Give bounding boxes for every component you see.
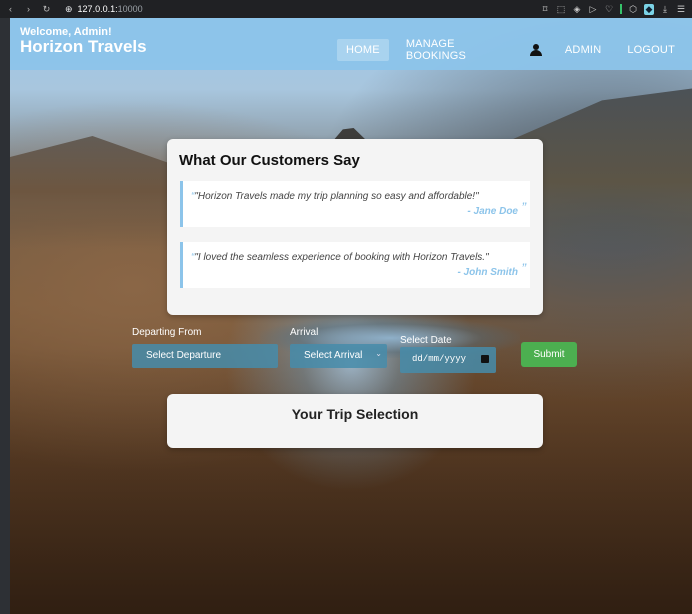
browser-toolbar: ‹ › ↻ ⊕ 127.0.0.1:10000 ⌑ ⬚ ◈ ▷ ♡ ⬡ ◆ ⤓ …	[0, 0, 692, 18]
site-header: Welcome, Admin! Horizon Travels HOME MAN…	[10, 18, 692, 70]
chevron-down-icon: ⌄	[375, 349, 382, 358]
url-port: 10000	[117, 4, 143, 14]
departure-select-value: Select Departure	[146, 350, 222, 361]
back-icon[interactable]: ‹	[6, 4, 15, 15]
nav-manage-bookings[interactable]: MANAGE BOOKINGS	[397, 33, 510, 67]
nav-admin[interactable]: ADMIN	[556, 39, 610, 61]
extensions-icon[interactable]: ⬡	[628, 4, 638, 15]
testimonial-author: - Jane Doe	[467, 206, 518, 217]
arrival-select-value: Select Arrival	[304, 350, 363, 361]
calendar-icon[interactable]	[481, 355, 489, 363]
quote-close-icon: ”	[521, 260, 526, 276]
user-icon[interactable]	[529, 44, 542, 56]
brand-title[interactable]: Horizon Travels	[20, 38, 147, 56]
screenshot-icon[interactable]: ⬚	[556, 4, 566, 15]
date-placeholder: dd/mm/yyyy	[412, 354, 467, 364]
trip-selection-card: Your Trip Selection	[167, 394, 543, 448]
testimonials-card: What Our Customers Say "Horizon Travels …	[167, 139, 543, 315]
date-label: Select Date	[400, 335, 452, 346]
testimonial-text: "I loved the seamless experience of book…	[191, 252, 488, 263]
download-icon[interactable]: ⤓	[660, 4, 670, 15]
testimonial-author: - John Smith	[457, 267, 518, 278]
date-field[interactable]: dd/mm/yyyy	[400, 347, 496, 373]
forward-icon[interactable]: ›	[24, 4, 33, 15]
departure-select[interactable]: Select Departure	[132, 344, 278, 368]
bookmark-icon[interactable]: ⌑	[540, 4, 550, 15]
main-nav: HOME MANAGE BOOKINGS ADMIN LOGOUT	[337, 33, 692, 67]
active-extension-icon[interactable]: ◆	[644, 3, 654, 15]
reload-icon[interactable]: ↻	[42, 4, 51, 15]
nav-home[interactable]: HOME	[337, 39, 389, 61]
address-bar[interactable]: ⊕ 127.0.0.1:10000	[65, 4, 143, 15]
testimonial-item: "Horizon Travels made my trip planning s…	[180, 181, 530, 227]
testimonial-text: "Horizon Travels made my trip planning s…	[191, 191, 478, 202]
brand: Welcome, Admin! Horizon Travels	[20, 26, 147, 56]
shield-icon[interactable]: ◈	[572, 4, 582, 15]
trip-selection-title: Your Trip Selection	[291, 406, 419, 422]
menu-icon[interactable]: ☰	[676, 4, 686, 15]
play-icon[interactable]: ▷	[588, 4, 598, 15]
globe-icon: ⊕	[65, 3, 73, 14]
separator	[620, 4, 622, 14]
arrival-label: Arrival	[290, 327, 319, 338]
departing-label: Departing From	[132, 327, 202, 338]
testimonial-item: "I loved the seamless experience of book…	[180, 242, 530, 288]
page: Welcome, Admin! Horizon Travels HOME MAN…	[10, 18, 692, 614]
submit-button[interactable]: Submit	[521, 342, 577, 367]
testimonials-title: What Our Customers Say	[179, 152, 360, 169]
arrival-select[interactable]: Select Arrival ⌄	[290, 344, 387, 368]
heart-icon[interactable]: ♡	[604, 4, 614, 15]
url-host: 127.0.0.1:	[77, 4, 118, 14]
nav-logout[interactable]: LOGOUT	[618, 39, 684, 61]
quote-close-icon: ”	[521, 199, 526, 215]
left-sidebar-strip	[0, 18, 10, 614]
